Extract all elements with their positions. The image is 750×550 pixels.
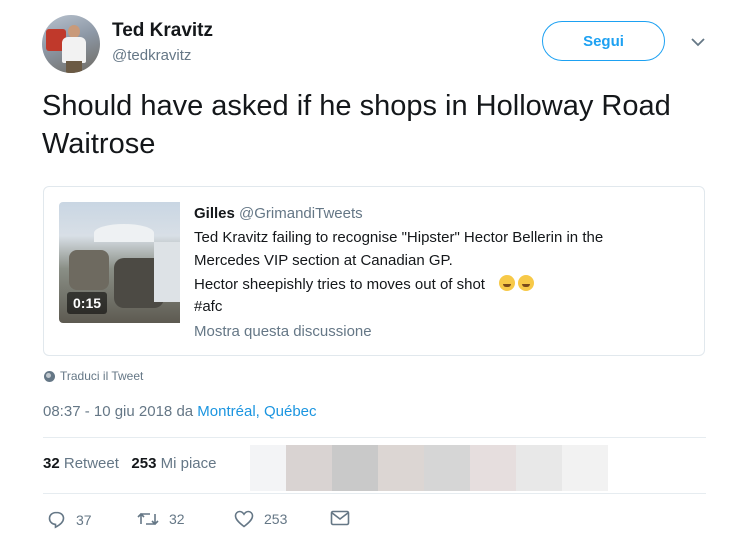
quoted-author[interactable]: Gilles @GrimandiTweets (194, 205, 363, 222)
reply-count: 37 (76, 511, 92, 528)
tweet-stats: 32 Retweet 253 Mi piace (43, 455, 216, 472)
video-thumbnail[interactable]: 0:15 (59, 202, 180, 323)
author-handle[interactable]: @tedkravitz (112, 47, 191, 64)
video-duration: 0:15 (67, 292, 108, 314)
location-link[interactable]: Montréal, Québec (197, 403, 316, 420)
tweet-timestamp: 08:37 - 10 giu 2018 da Montréal, Québec (43, 403, 317, 420)
retweet-action-count: 32 (169, 511, 185, 527)
avatar[interactable] (42, 15, 100, 73)
retweet-icon (137, 512, 159, 526)
author-name[interactable]: Ted Kravitz (112, 20, 213, 42)
divider (43, 493, 706, 494)
translate-tweet-link[interactable]: Traduci il Tweet (44, 369, 143, 383)
quoted-author-handle: @GrimandiTweets (239, 205, 363, 222)
reply-icon (48, 511, 65, 529)
globe-icon (44, 370, 55, 382)
quoted-text-line: Hector sheepishly tries to moves out of … (194, 276, 485, 293)
laughing-emoji-icon (499, 275, 516, 291)
retweet-button[interactable]: 32 (137, 510, 185, 528)
quoted-tweet[interactable]: 0:15 Gilles @GrimandiTweets Ted Kravitz … (43, 186, 705, 356)
chevron-down-icon[interactable] (690, 36, 706, 48)
quoted-text-line: Ted Kravitz failing to recognise "Hipste… (194, 229, 604, 246)
message-icon (330, 510, 350, 526)
quoted-hashtag: #afc (194, 298, 223, 315)
translate-label: Traduci il Tweet (60, 369, 144, 383)
timestamp-text: 08:37 - 10 giu 2018 da (43, 403, 198, 420)
quoted-text-line: Mercedes VIP section at Canadian GP. (194, 252, 453, 269)
like-button[interactable]: 253 (234, 510, 287, 528)
retweet-count[interactable]: 32 (43, 455, 60, 472)
like-action-count: 253 (264, 511, 288, 527)
like-label[interactable]: Mi piace (161, 455, 217, 472)
reply-button[interactable]: 37 (47, 510, 92, 529)
show-thread-link[interactable]: Mostra questa discussione (194, 323, 372, 340)
like-icon (234, 510, 254, 528)
tweet-text: Should have asked if he shops in Hollowa… (42, 90, 671, 160)
quoted-author-name: Gilles (194, 205, 235, 222)
follow-button[interactable]: Segui (542, 21, 665, 61)
retweet-label[interactable]: Retweet (64, 455, 119, 472)
liker-avatars-blurred[interactable] (250, 445, 706, 491)
quoted-text-line-with-emoji: Hector sheepishly tries to moves out of … (194, 275, 535, 293)
direct-message-button[interactable] (330, 510, 360, 526)
like-count[interactable]: 253 (131, 455, 156, 472)
laughing-emoji-icon (518, 275, 535, 291)
divider (43, 437, 706, 438)
